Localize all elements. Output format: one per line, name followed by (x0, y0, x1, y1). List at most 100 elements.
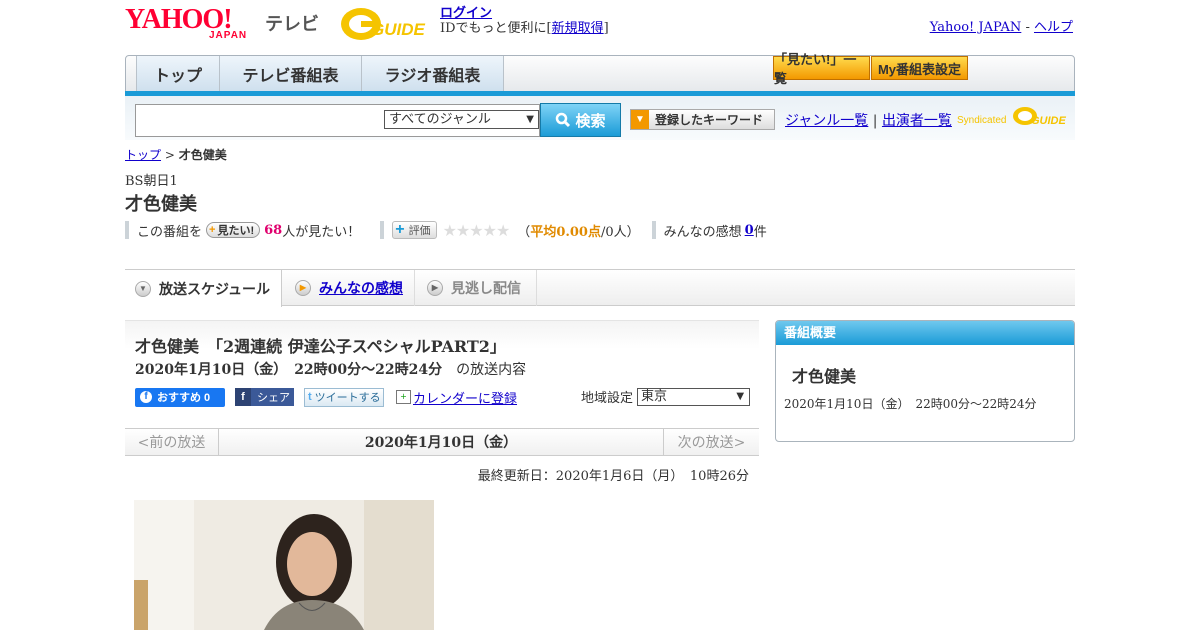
divider (125, 221, 129, 239)
main-nav: トップ テレビ番組表 ラジオ番組表 「見たい!」一覧 My番組表設定 (125, 52, 1075, 92)
episode-box: 才色健美 「2週連続 伊達公子スペシャルPART2」 2020年1月10日（金）… (125, 320, 759, 414)
region-select-value: 東京 (641, 388, 668, 404)
program-stats: この番組を + 見たい! 68 人が見たい！ + 評価 ★★★★★ （平均0.00点… (125, 220, 825, 240)
login-sub-text: IDでもっと便利に[ (440, 21, 552, 36)
calendar-register[interactable]: + カレンダーに登録 (396, 388, 517, 407)
episode-time-value: 2020年1月10日（金） 22時00分～22時24分 (135, 362, 443, 378)
search-icon (556, 112, 571, 128)
calendar-link[interactable]: カレンダーに登録 (413, 388, 517, 407)
help-link[interactable]: ヘルプ (1034, 20, 1073, 35)
mitai-button-label: 見たい! (217, 225, 255, 237)
program-tabs: ▼ 放送スケジュール ▶ みんなの感想 ▶ 見逃し配信 (125, 269, 1075, 307)
social-buttons: f おすすめ 0 f シェア t ツイートする + カレンダーに登録 (135, 387, 517, 407)
header-link-separator: - (1021, 20, 1034, 35)
page-title: 才色健美 (125, 194, 197, 214)
login-sub-close: ] (603, 21, 609, 36)
tab-schedule[interactable]: ▼ 放送スケジュール (125, 270, 282, 307)
rating-open: （ (517, 224, 531, 240)
current-date: 2020年1月10日（金） (364, 435, 518, 451)
prev-broadcast-link[interactable]: <前の放送 (125, 429, 219, 455)
tab-impressions-label: みんなの感想 (319, 280, 403, 296)
episode-title: 才色健美 「2週連続 伊達公子スペシャルPART2」 (135, 337, 506, 356)
rating-suffix: /0人） (600, 224, 640, 240)
tab-impressions[interactable]: ▶ みんなの感想 (285, 270, 415, 306)
nav-tab-radio[interactable]: ラジオ番組表 (362, 56, 504, 91)
plus-icon: + (395, 221, 405, 238)
tab-missed[interactable]: ▶ 見逃し配信 (417, 270, 537, 306)
login-box: ログイン IDでもっと便利に[新規取得] (440, 6, 609, 36)
region-label: 地域設定 (581, 391, 634, 406)
mitai-suffix: 人が見たい！ (282, 224, 361, 240)
my-schedule-button[interactable]: My番組表設定 (871, 56, 968, 80)
syndicated-gguide-logo: Syndicated GUIDE (957, 107, 1067, 127)
breadcrumb-separator: > (161, 148, 179, 162)
divider (651, 221, 656, 239)
yahoo-japan-link[interactable]: Yahoo! JAPAN (930, 20, 1022, 35)
rate-button-label: 評価 (408, 225, 431, 237)
next-broadcast-link[interactable]: 次の放送> (663, 429, 759, 455)
login-link[interactable]: ログイン (440, 6, 492, 21)
play-icon: ▶ (427, 280, 443, 296)
dropdown-arrow-icon: ▼ (736, 390, 745, 402)
rating-average: 平均0.00点 (530, 224, 601, 240)
genre-list-link[interactable]: ジャンル一覧 (785, 113, 868, 129)
search-button[interactable]: 検索 (540, 103, 621, 137)
episode-time: 2020年1月10日（金） 22時00分～22時24分 の放送内容 (135, 359, 526, 379)
register-link[interactable]: 新規取得 (552, 21, 604, 36)
facebook-like-button[interactable]: f おすすめ 0 (135, 387, 225, 407)
impressions-prefix: みんなの感想 (663, 224, 742, 240)
channel-name: BS朝日1 (125, 174, 178, 189)
performer-list-link[interactable]: 出演者一覧 (882, 113, 952, 129)
gguide-logo[interactable]: GUIDE (333, 4, 433, 44)
tweet-button[interactable]: t ツイートする (304, 387, 384, 407)
last-updated: 最終更新日：2020年1月6日（月） 10時26分 (477, 469, 749, 484)
mitai-button[interactable]: + 見たい! (206, 222, 261, 238)
facebook-icon: f (140, 391, 152, 403)
summary-heading: 番組概要 (776, 321, 1074, 345)
genre-select-value: すべてのジャンル (389, 112, 491, 127)
search-bar: すべてのジャンル ▼ 検索 ▼ 登録したキーワード ジャンル一覧 | 出演者一覧… (125, 96, 1075, 140)
twitter-icon: t (308, 391, 312, 403)
tv-section-label: テレビ (265, 14, 319, 34)
nav-tab-tv[interactable]: テレビ番組表 (220, 56, 362, 91)
facebook-icon: f (235, 388, 251, 406)
rate-button[interactable]: + 評価 (392, 221, 437, 239)
nav-tab-top[interactable]: トップ (136, 56, 220, 91)
tab-missed-label: 見逃し配信 (451, 280, 521, 296)
tab-schedule-label: 放送スケジュール (159, 280, 271, 297)
mitai-list-button[interactable]: 「見たい!」一覧 (773, 52, 870, 86)
breadcrumb-current: 才色健美 (178, 148, 227, 162)
triangle-down-icon: ▼ (631, 110, 649, 129)
header-links: Yahoo! JAPAN - ヘルプ (930, 16, 1073, 35)
summary-title: 才色健美 (792, 369, 857, 386)
svg-text:GUIDE: GUIDE (371, 20, 426, 39)
plus-icon: + (209, 224, 216, 236)
registered-keyword-button[interactable]: ▼ 登録したキーワード (630, 109, 775, 130)
region-setting: 地域設定 東京 ▼ (581, 387, 751, 406)
tweet-label: ツイートする (314, 392, 381, 404)
genre-select[interactable]: すべてのジャンル ▼ (384, 110, 539, 129)
breadcrumb: トップ > 才色健美 (125, 146, 227, 163)
facebook-share-label: シェア (257, 392, 290, 404)
dropdown-arrow-icon: ▼ (526, 114, 534, 125)
divider (380, 221, 385, 239)
summary-time: 2020年1月10日（金） 22時00分～22時24分 (784, 397, 1037, 411)
facebook-like-label: おすすめ 0 (157, 392, 211, 404)
mitai-count: 68 (264, 222, 283, 238)
site-header: YAHOO! JAPAN テレビ GUIDE ログイン IDでもっと便利に[新規… (125, 4, 1075, 50)
program-photo (134, 500, 434, 630)
region-select[interactable]: 東京 ▼ (637, 387, 751, 406)
yahoo-japan-logo-sub: JAPAN (209, 30, 248, 41)
breadcrumb-top-link[interactable]: トップ (125, 148, 161, 162)
episode-time-suffix: の放送内容 (456, 362, 527, 378)
stats-prefix: この番組を (137, 224, 203, 240)
chevron-down-icon: ▼ (135, 280, 151, 297)
svg-text:GUIDE: GUIDE (1031, 115, 1067, 127)
genre-links-separator: | (872, 113, 878, 129)
facebook-share-button[interactable]: f シェア (235, 388, 294, 406)
date-navigation: <前の放送 2020年1月10日（金） 次の放送> (125, 428, 759, 456)
play-icon: ▶ (295, 280, 311, 296)
star-rating: ★★★★★ (442, 220, 511, 240)
impressions-count-link[interactable]: 0 (745, 223, 754, 238)
program-summary: 番組概要 才色健美 2020年1月10日（金） 22時00分～22時24分 (775, 320, 1075, 442)
